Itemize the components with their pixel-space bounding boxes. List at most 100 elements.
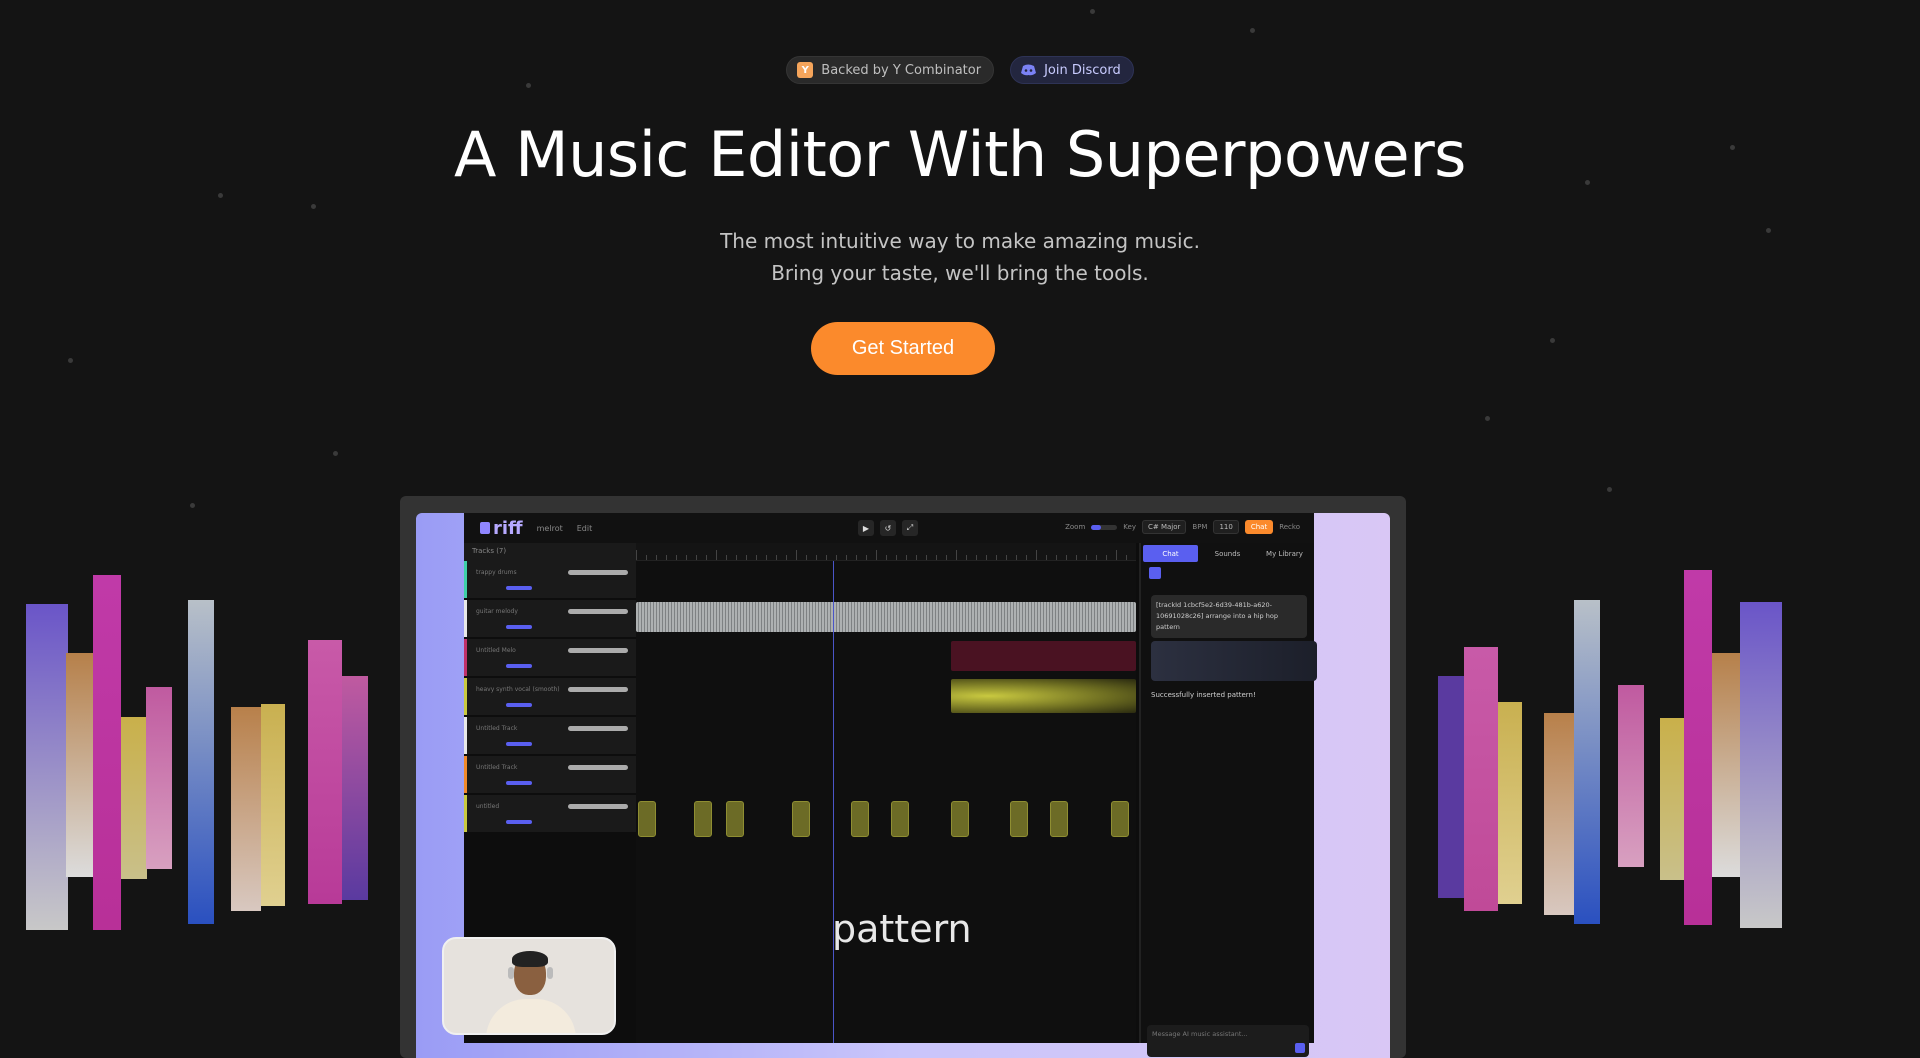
drum-hit[interactable] [792, 801, 810, 837]
track-volume-slider[interactable] [506, 820, 532, 824]
play-icon[interactable]: ▶ [858, 520, 874, 536]
track-volume-slider[interactable] [506, 586, 532, 590]
ruler-tick [636, 550, 637, 560]
tab-my-library[interactable]: My Library [1257, 545, 1312, 562]
expand-icon[interactable]: ⤢ [902, 520, 918, 536]
track-row[interactable]: Untitled Track [464, 756, 636, 794]
equalizer-bar [1618, 685, 1644, 867]
equalizer-bar [188, 600, 214, 924]
panel-tabs: Chat Sounds My Library [1141, 543, 1314, 564]
track-name: Untitled Track [476, 725, 518, 732]
drum-hit[interactable] [1010, 801, 1028, 837]
drum-hit[interactable] [851, 801, 869, 837]
chat-button[interactable]: Chat [1244, 520, 1274, 534]
drum-hit[interactable] [638, 801, 656, 837]
track-name: guitar melody [476, 608, 518, 615]
ruler-tick [1006, 555, 1007, 560]
bpm-label: BPM [1192, 523, 1208, 531]
ruler-tick [736, 555, 737, 560]
drum-hit[interactable] [1050, 801, 1068, 837]
ruler-tick [976, 555, 977, 560]
bpm-input[interactable]: 110 [1213, 520, 1239, 534]
key-select[interactable]: C# Major [1141, 520, 1187, 534]
guitar-clip[interactable] [636, 602, 1136, 632]
ruler-tick [836, 555, 837, 560]
track-color-stripe [464, 717, 467, 754]
menu-edit[interactable]: Edit [577, 524, 593, 533]
ruler-tick [816, 555, 817, 560]
ruler-tick [916, 555, 917, 560]
ruler-tick [676, 555, 677, 560]
ruler-tick [986, 555, 987, 560]
track-name: Untitled Melo [476, 647, 516, 654]
star [1485, 416, 1490, 421]
melo-clip[interactable] [951, 641, 1136, 671]
tab-chat[interactable]: Chat [1143, 545, 1198, 562]
ruler-tick [956, 550, 957, 560]
equalizer-bar [1438, 676, 1464, 898]
tab-sounds[interactable]: Sounds [1200, 545, 1255, 562]
playhead[interactable] [833, 561, 834, 1043]
equalizer-bar [1464, 647, 1498, 911]
track-row[interactable]: guitar melody [464, 600, 636, 638]
hero-subtitle-line1: The most intuitive way to make amazing m… [720, 229, 1200, 253]
ruler-tick [1026, 555, 1027, 560]
send-icon[interactable] [1295, 1043, 1305, 1053]
assistant-panel: Chat Sounds My Library [trackId 1cbcf5e2… [1139, 543, 1317, 1057]
track-waveform-preview [568, 570, 628, 575]
drum-hit[interactable] [694, 801, 712, 837]
track-color-stripe [464, 678, 467, 715]
synth-clip[interactable] [951, 679, 1136, 713]
discord-badge[interactable]: Join Discord [1010, 56, 1134, 84]
drum-hit[interactable] [1111, 801, 1129, 837]
track-volume-slider[interactable] [506, 781, 532, 785]
timeline-area[interactable] [636, 561, 1136, 1043]
track-volume-slider[interactable] [506, 664, 532, 668]
transport-controls: ▶ ↺ ⤢ [858, 520, 918, 536]
ruler-tick [716, 550, 717, 560]
drum-hit[interactable] [891, 801, 909, 837]
track-volume-slider[interactable] [506, 742, 532, 746]
ruler-tick [1016, 555, 1017, 560]
track-waveform-preview [568, 765, 628, 770]
ruler-tick [706, 555, 707, 560]
track-row[interactable]: trappy drums [464, 561, 636, 599]
topbar-right: Zoom Key C# Major BPM 110 Chat Recko [1065, 520, 1300, 534]
ruler-tick [1086, 555, 1087, 560]
timeline-ruler[interactable] [636, 543, 1136, 561]
track-volume-slider[interactable] [506, 703, 532, 707]
track-color-stripe [464, 561, 467, 598]
ruler-tick [946, 555, 947, 560]
riff-logo-icon [480, 522, 490, 534]
equalizer-bar [1544, 713, 1574, 915]
hero-subtitle-line2: Bring your taste, we'll bring the tools. [771, 261, 1149, 285]
track-row[interactable]: Untitled Melo [464, 639, 636, 677]
ruler-tick [826, 555, 827, 560]
get-started-button[interactable]: Get Started [811, 322, 995, 375]
track-color-stripe [464, 756, 467, 793]
yc-badge[interactable]: Y Backed by Y Combinator [786, 56, 995, 84]
app-topbar: riff melrot Edit ▶ ↺ ⤢ Zoom Key C# Major… [464, 513, 1314, 543]
ruler-tick [756, 555, 757, 560]
track-volume-slider[interactable] [506, 625, 532, 629]
equalizer-bar [1498, 702, 1522, 904]
ruler-tick [876, 550, 877, 560]
track-row[interactable]: Untitled Track [464, 717, 636, 755]
track-name: trappy drums [476, 569, 517, 576]
chat-input[interactable]: Message AI music assistant... [1147, 1025, 1309, 1057]
drum-hit[interactable] [726, 801, 744, 837]
track-row[interactable]: heavy synth vocal (smooth) [464, 678, 636, 716]
ruler-tick [966, 555, 967, 560]
tracks-header: Tracks (7) [464, 543, 636, 561]
equalizer-bar [1712, 653, 1740, 877]
yc-logo-icon: Y [797, 62, 814, 78]
ruler-tick [906, 555, 907, 560]
track-name: heavy synth vocal (smooth) [476, 686, 560, 693]
drum-hit[interactable] [951, 801, 969, 837]
loop-icon[interactable]: ↺ [880, 520, 896, 536]
track-row[interactable]: untitled [464, 795, 636, 833]
ruler-tick [1066, 555, 1067, 560]
menu-project[interactable]: melrot [537, 524, 563, 533]
zoom-slider[interactable] [1091, 524, 1118, 530]
user-menu[interactable]: Recko [1279, 523, 1300, 531]
